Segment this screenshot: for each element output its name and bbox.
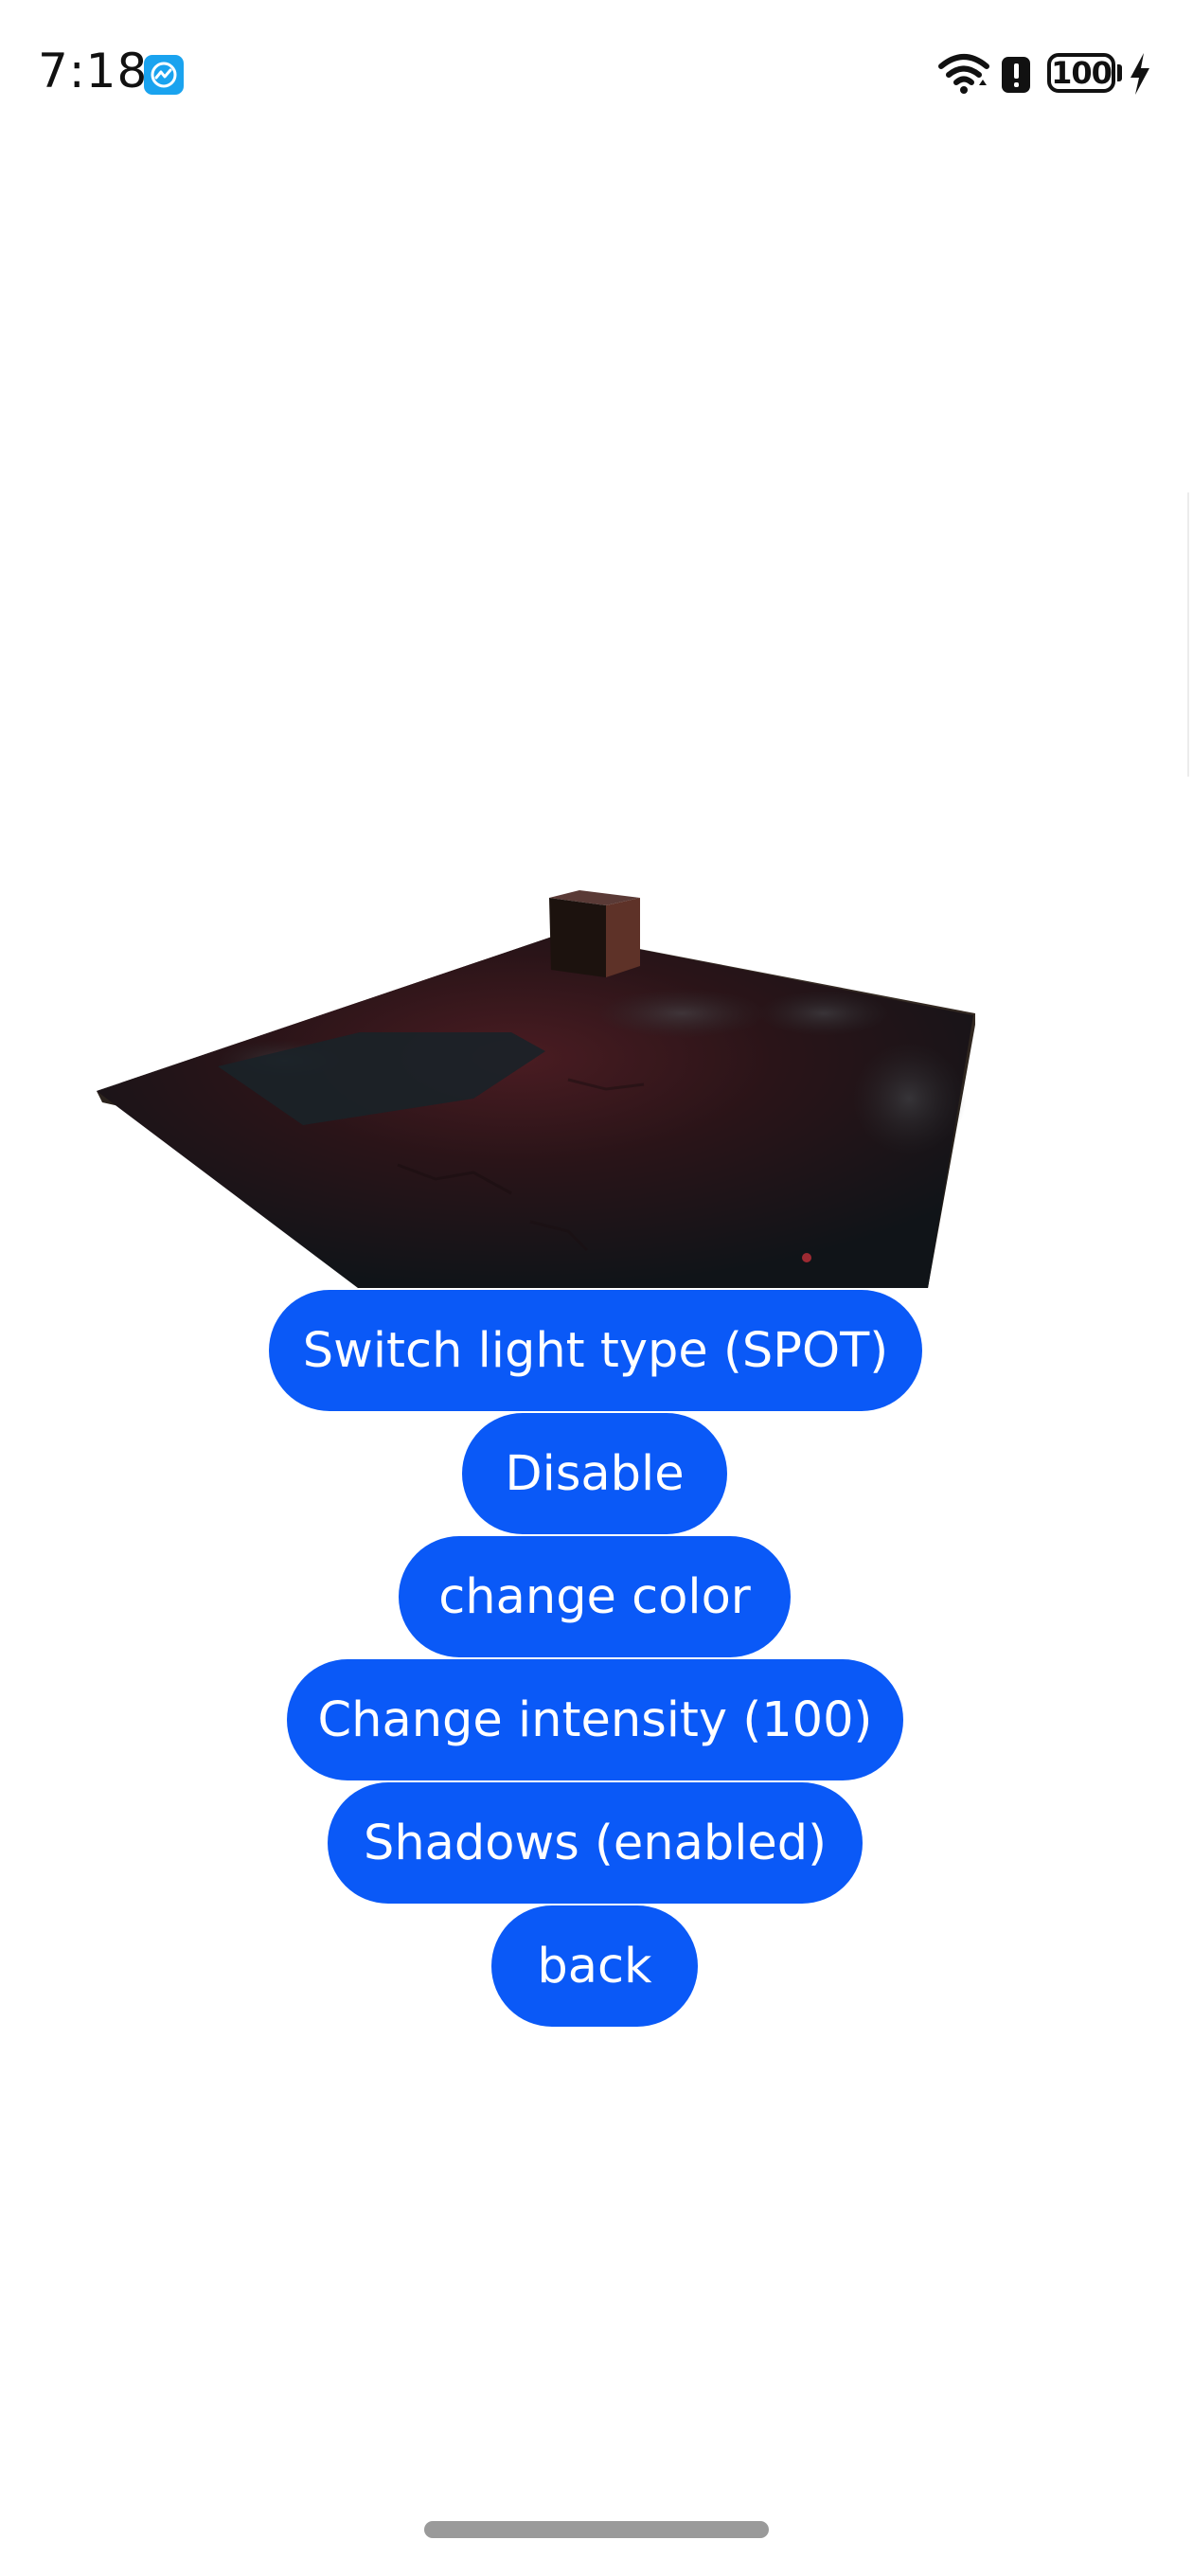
switch-light-type-button[interactable]: Switch light type (SPOT) <box>269 1290 922 1411</box>
change-intensity-button[interactable]: Change intensity (100) <box>287 1659 903 1780</box>
disable-button[interactable]: Disable <box>462 1413 727 1534</box>
status-time: 7:18 <box>38 44 149 98</box>
change-color-button[interactable]: change color <box>399 1536 791 1657</box>
shadows-toggle-button[interactable]: Shadows (enabled) <box>328 1782 863 1904</box>
back-button[interactable]: back <box>491 1905 698 2027</box>
status-bar: 7:18 100 <box>0 0 1193 152</box>
battery-icon: 100 <box>1047 53 1115 93</box>
alert-icon <box>1002 57 1030 93</box>
3d-scene-viewport[interactable] <box>0 852 1193 1307</box>
charging-bolt-icon <box>1131 53 1149 95</box>
home-indicator[interactable] <box>424 2521 769 2538</box>
scroll-edge <box>1187 492 1189 777</box>
cube-side <box>606 898 640 977</box>
wifi-icon <box>938 54 989 94</box>
cube-front <box>549 898 606 977</box>
app-monitor-icon <box>144 55 184 95</box>
battery-tip <box>1117 64 1122 81</box>
floor-plane <box>97 934 973 1288</box>
